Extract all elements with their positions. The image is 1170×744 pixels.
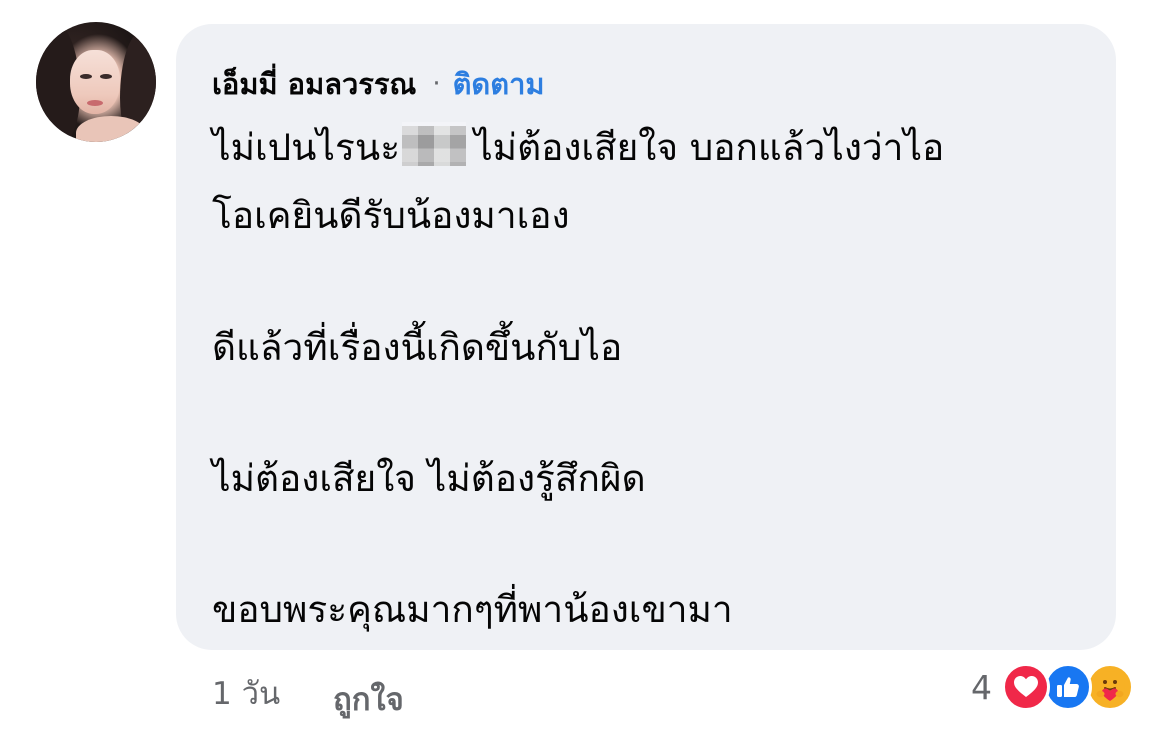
like-button[interactable]: ถูกใจ: [333, 674, 404, 724]
comment-header: เอ็มมี่ อมลวรรณ · ติดตาม: [212, 62, 544, 106]
comment-line-4: ไม่ต้องเสียใจ ไม่ต้องรู้สึกผิด: [212, 457, 646, 500]
comment-line-1: ไม่เปนไรนะ ไม่ต้องเสียใจ บอกแล้วไงว่าไอ: [212, 122, 944, 174]
comment-line-3: ดีแล้วที่เรื่องนี้เกิดขึ้นกับไอ: [212, 326, 623, 369]
comment-text-segment: ไม่เปนไรนะ: [212, 126, 401, 169]
comment-timestamp[interactable]: 1 วัน: [212, 668, 280, 718]
reaction-summary[interactable]: 4: [971, 662, 1134, 712]
comment-line-5: ขอบพระคุณมากๆที่พาน้องเขามา: [212, 588, 733, 631]
follow-link[interactable]: ติดตาม: [453, 61, 545, 107]
avatar[interactable]: [36, 22, 156, 142]
separator-dot: ·: [432, 69, 441, 99]
love-icon: [1002, 663, 1050, 711]
comment-text-segment: ไม่ต้องเสียใจ บอกแล้วไงว่าไอ: [474, 126, 945, 169]
comment-line-2: โอเคยินดีรับน้องมาเอง: [212, 194, 570, 237]
author-name[interactable]: เอ็มมี่ อมลวรรณ: [212, 61, 416, 107]
redacted-name-blur: [400, 122, 474, 174]
reaction-count: 4: [971, 667, 992, 707]
like-icon: [1044, 663, 1092, 711]
care-icon: [1086, 663, 1134, 711]
